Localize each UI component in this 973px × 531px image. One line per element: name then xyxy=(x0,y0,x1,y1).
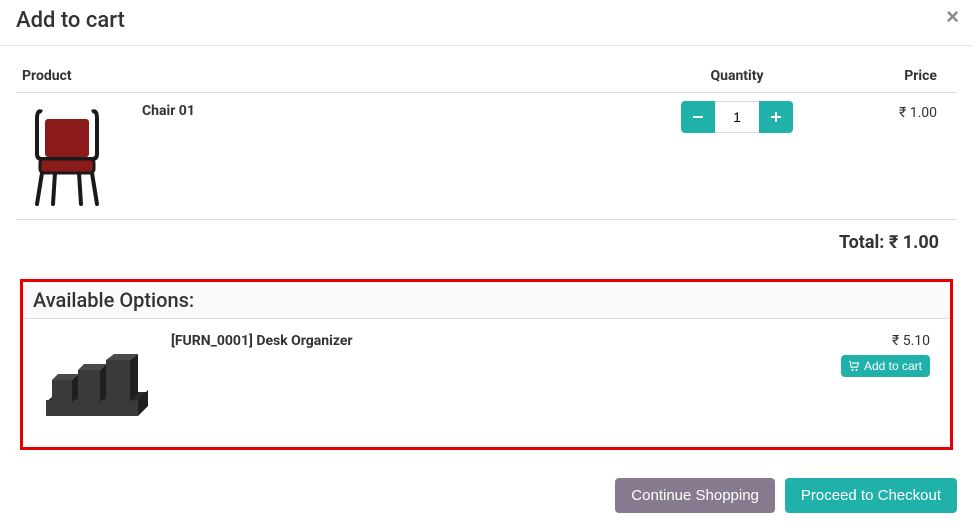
product-image-cell xyxy=(16,93,136,220)
product-price: ₹ 1.00 xyxy=(817,93,957,220)
minus-icon xyxy=(692,111,704,123)
chair-icon xyxy=(27,104,107,209)
add-to-cart-button[interactable]: Add to cart xyxy=(841,355,930,377)
total-value: ₹ 1.00 xyxy=(889,232,939,253)
quantity-input[interactable] xyxy=(715,101,759,133)
option-row: [FURN_0001] Desk Organizer ₹ 5.10 Add to… xyxy=(23,319,950,447)
cart-table: Product Quantity Price Cha xyxy=(16,60,957,219)
organizer-icon xyxy=(38,342,158,422)
option-right: ₹ 5.10 Add to cart xyxy=(841,327,940,377)
table-row: Chair 01 ₹ 1.00 xyxy=(16,93,957,220)
header-price: Price xyxy=(817,60,957,93)
add-to-cart-label: Add to cart xyxy=(864,359,922,373)
decrease-button[interactable] xyxy=(681,101,715,133)
available-options-section: Available Options: [FURN_ xyxy=(20,279,953,450)
option-price: ₹ 5.10 xyxy=(841,333,930,349)
available-options-title: Available Options: xyxy=(23,282,950,319)
modal-header: Add to cart × xyxy=(0,0,973,46)
modal-body: Product Quantity Price Cha xyxy=(0,46,973,466)
close-icon[interactable]: × xyxy=(946,4,959,30)
modal-title: Add to cart xyxy=(16,8,957,33)
header-quantity: Quantity xyxy=(657,60,817,93)
option-name: [FURN_0001] Desk Organizer xyxy=(163,327,841,349)
quantity-cell xyxy=(657,93,817,220)
plus-icon xyxy=(770,111,782,123)
total-label: Total: xyxy=(839,232,884,253)
quantity-stepper xyxy=(681,101,793,133)
header-product: Product xyxy=(16,60,657,93)
increase-button[interactable] xyxy=(759,101,793,133)
continue-shopping-button[interactable]: Continue Shopping xyxy=(615,478,775,513)
total-row: Total: ₹ 1.00 xyxy=(16,219,957,257)
chair-image xyxy=(22,101,112,211)
product-name: Chair 01 xyxy=(136,93,657,220)
organizer-image xyxy=(33,327,163,437)
modal-footer: Continue Shopping Proceed to Checkout xyxy=(0,466,973,525)
cart-icon xyxy=(849,361,860,372)
proceed-checkout-button[interactable]: Proceed to Checkout xyxy=(785,478,957,513)
